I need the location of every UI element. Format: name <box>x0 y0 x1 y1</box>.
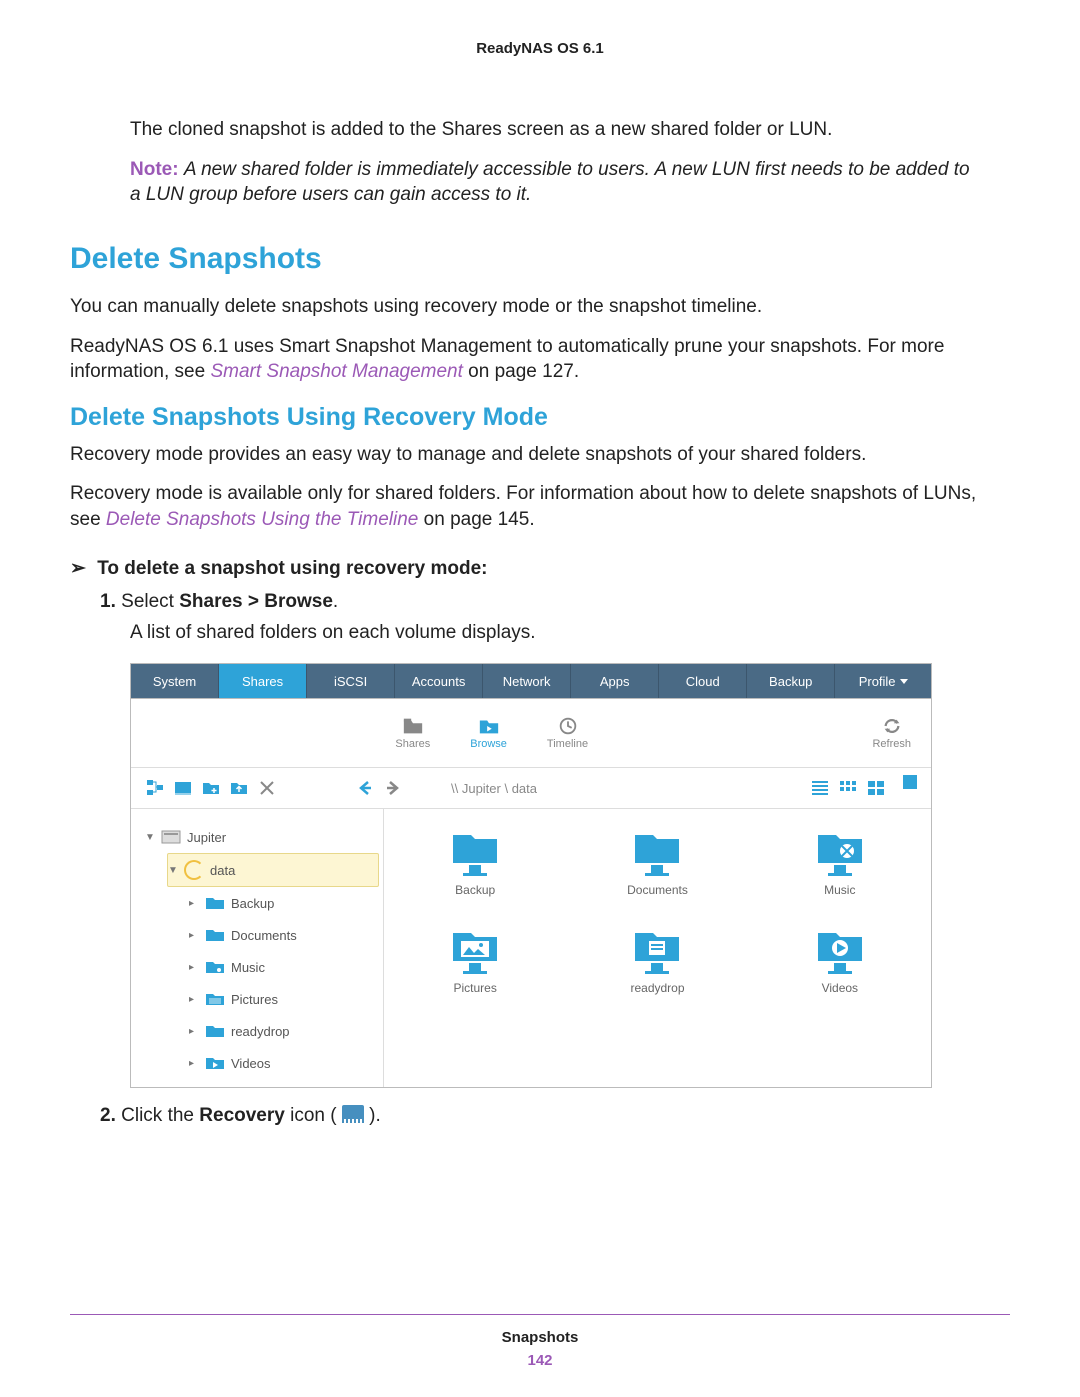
forward-arrow-icon[interactable] <box>383 778 403 798</box>
nav-tab-profile[interactable]: Profile <box>835 664 931 698</box>
music-folder-icon <box>205 959 225 975</box>
nav-tab-cloud[interactable]: Cloud <box>659 664 747 698</box>
tree-root[interactable]: ▼ Jupiter <box>145 821 383 853</box>
grid-small-icon[interactable] <box>839 780 857 796</box>
step-1: 1. Select Shares > Browse. <box>100 588 1010 617</box>
para-2: ReadyNAS OS 6.1 uses Smart Snapshot Mana… <box>70 334 1010 385</box>
nav-tab-iscsi[interactable]: iSCSI <box>307 664 395 698</box>
tree-selected[interactable]: ▼ data <box>167 853 379 887</box>
arrow-icon: ➢ <box>70 558 86 579</box>
step-1-sub: A list of shared folders on each volume … <box>130 622 1010 644</box>
subnav-browse[interactable]: Browse <box>470 716 507 750</box>
folder-plus-icon[interactable] <box>201 778 221 798</box>
note-paragraph: Note: A new shared folder is immediately… <box>130 157 970 208</box>
footer-divider <box>70 1314 1010 1315</box>
videos-share-icon <box>812 927 868 975</box>
nav-tab-network[interactable]: Network <box>483 664 571 698</box>
page-header: ReadyNAS OS 6.1 <box>70 40 1010 57</box>
nav-tab-apps[interactable]: Apps <box>571 664 659 698</box>
tree-item-documents[interactable]: ▸Documents <box>189 919 383 951</box>
footer-section: Snapshots <box>70 1329 1010 1346</box>
loading-icon <box>184 860 204 880</box>
para-4: Recovery mode is available only for shar… <box>70 481 1010 532</box>
subnav-shares[interactable]: Shares <box>395 716 430 750</box>
subnav-timeline[interactable]: Timeline <box>547 716 588 750</box>
tree-item-music[interactable]: ▸Music <box>189 951 383 983</box>
para-3: Recovery mode provides an easy way to ma… <box>70 442 1010 468</box>
footer-page-number: 142 <box>70 1352 1010 1369</box>
intro-text: The cloned snapshot is added to the Shar… <box>130 117 970 143</box>
drop-folder-icon <box>205 1023 225 1039</box>
link-timeline[interactable]: Delete Snapshots Using the Timeline <box>106 509 418 530</box>
browse-icon <box>478 716 500 736</box>
documents-share-icon <box>629 829 685 877</box>
tree-item-pictures[interactable]: ▸Pictures <box>189 983 383 1015</box>
recovery-icon[interactable] <box>173 778 193 798</box>
subnav-refresh[interactable]: Refresh <box>872 716 911 750</box>
heading-delete-snapshots: Delete Snapshots <box>70 242 1010 276</box>
pictures-share-icon <box>447 927 503 975</box>
grid-item-videos[interactable]: Videos <box>759 927 921 995</box>
tree-item-backup[interactable]: ▸Backup <box>189 887 383 919</box>
grid-item-documents[interactable]: Documents <box>576 829 738 897</box>
video-folder-icon <box>205 1055 225 1071</box>
tree-item-videos[interactable]: ▸Videos <box>189 1047 383 1079</box>
toolbar: \\ Jupiter \ data <box>131 768 931 809</box>
link-smart-snapshot[interactable]: Smart Snapshot Management <box>210 361 462 382</box>
readydrop-share-icon <box>629 927 685 975</box>
expand-icon[interactable] <box>903 775 917 789</box>
music-share-icon <box>812 829 868 877</box>
folder-grid: Backup Documents Music Pictures readydro… <box>384 809 931 1087</box>
sub-nav: Shares Browse Timeline Refresh <box>131 699 931 768</box>
folder-up-icon[interactable] <box>229 778 249 798</box>
step-2: 2. Click the Recovery icon ( ). <box>100 1102 1010 1131</box>
folder-icon <box>402 716 424 736</box>
grid-large-icon[interactable] <box>867 780 885 796</box>
nav-tab-shares[interactable]: Shares <box>219 664 307 698</box>
para-1: You can manually delete snapshots using … <box>70 294 1010 320</box>
grid-item-readydrop[interactable]: readydrop <box>576 927 738 995</box>
clock-icon <box>557 716 579 736</box>
back-arrow-icon[interactable] <box>355 778 375 798</box>
volume-icon <box>161 829 181 845</box>
nav-tab-accounts[interactable]: Accounts <box>395 664 483 698</box>
chevron-down-icon <box>900 679 908 684</box>
folder-icon <box>205 927 225 943</box>
note-body: A new shared folder is immediately acces… <box>130 159 970 206</box>
folder-icon <box>205 895 225 911</box>
tree-item-readydrop[interactable]: ▸readydrop <box>189 1015 383 1047</box>
pictures-folder-icon <box>205 991 225 1007</box>
note-label: Note: <box>130 159 179 180</box>
delete-icon[interactable] <box>257 778 277 798</box>
refresh-icon <box>881 716 903 736</box>
list-view-icon[interactable] <box>811 780 829 796</box>
folder-tree: ▼ Jupiter ▼ data ▸Backup ▸Documents ▸Mus… <box>131 809 384 1087</box>
grid-item-backup[interactable]: Backup <box>394 829 556 897</box>
grid-item-pictures[interactable]: Pictures <box>394 927 556 995</box>
grid-item-music[interactable]: Music <box>759 829 921 897</box>
nav-tab-system[interactable]: System <box>131 664 219 698</box>
procedure-heading: ➢ To delete a snapshot using recovery mo… <box>70 557 1010 580</box>
screenshot-shares-browse: System Shares iSCSI Accounts Network App… <box>130 663 932 1088</box>
nav-tab-backup[interactable]: Backup <box>747 664 835 698</box>
top-nav: System Shares iSCSI Accounts Network App… <box>131 664 931 699</box>
heading-recovery-mode: Delete Snapshots Using Recovery Mode <box>70 403 1010 432</box>
backup-share-icon <box>447 829 503 877</box>
tree-icon[interactable] <box>145 778 165 798</box>
breadcrumb: \\ Jupiter \ data <box>451 781 537 796</box>
recovery-small-icon <box>342 1105 364 1123</box>
